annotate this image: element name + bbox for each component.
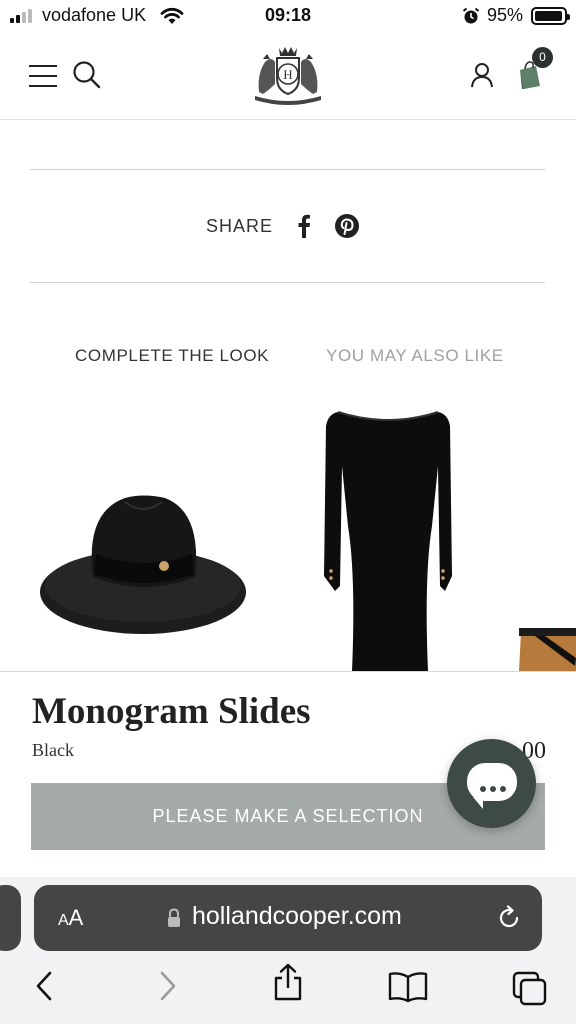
slide-image-partial[interactable] xyxy=(515,628,576,671)
lock-icon xyxy=(168,908,180,927)
search-icon[interactable] xyxy=(72,60,102,90)
account-icon[interactable] xyxy=(470,62,494,88)
facebook-icon[interactable] xyxy=(297,213,311,239)
address-bar[interactable]: AA hollandcooper.com xyxy=(34,885,542,951)
browser-chrome: AA hollandcooper.com xyxy=(0,877,576,1024)
text-size-button[interactable]: AA xyxy=(58,905,83,931)
recommendation-tabs: COMPLETE THE LOOK YOU MAY ALSO LIKE xyxy=(0,346,576,370)
product-color: Black xyxy=(32,740,74,760)
brand-crest-logo[interactable]: H xyxy=(251,44,325,106)
divider xyxy=(30,169,545,170)
product-purchase-bar: Monogram Slides Black 00 PLEASE MAKE A S… xyxy=(0,671,576,877)
cart-count-badge: 0 xyxy=(532,47,553,68)
share-icon[interactable] xyxy=(272,963,304,1001)
menu-icon[interactable] xyxy=(29,63,57,89)
tabs-icon[interactable] xyxy=(512,971,548,1007)
share-label: SHARE xyxy=(206,216,274,236)
bookmarks-icon[interactable] xyxy=(388,971,428,1003)
battery-percent: 95% xyxy=(487,5,524,25)
pinterest-icon[interactable] xyxy=(334,213,360,239)
browser-toolbar xyxy=(0,963,576,1013)
divider xyxy=(30,282,545,283)
black-dress-image[interactable] xyxy=(300,406,475,671)
tab-complete-the-look[interactable]: COMPLETE THE LOOK xyxy=(75,346,269,366)
product-name: Monogram Slides xyxy=(32,691,311,732)
chat-button[interactable] xyxy=(447,739,536,828)
battery-icon xyxy=(531,7,570,25)
tab-you-may-also-like[interactable]: YOU MAY ALSO LIKE xyxy=(326,346,504,366)
status-bar: vodafone UK 09:18 95% xyxy=(0,0,576,34)
share-row: SHARE xyxy=(0,208,576,246)
product-carousel[interactable] xyxy=(0,400,576,671)
back-icon[interactable] xyxy=(34,971,54,1001)
black-fedora-hat-image[interactable] xyxy=(30,482,256,642)
svg-text:H: H xyxy=(283,67,292,82)
url-text: hollandcooper.com xyxy=(192,902,402,930)
previous-tab-preview[interactable] xyxy=(0,885,21,951)
reload-icon[interactable] xyxy=(496,905,522,931)
site-header: H 0 xyxy=(0,34,576,120)
alarm-icon xyxy=(462,7,480,24)
forward-icon[interactable] xyxy=(158,971,178,1001)
